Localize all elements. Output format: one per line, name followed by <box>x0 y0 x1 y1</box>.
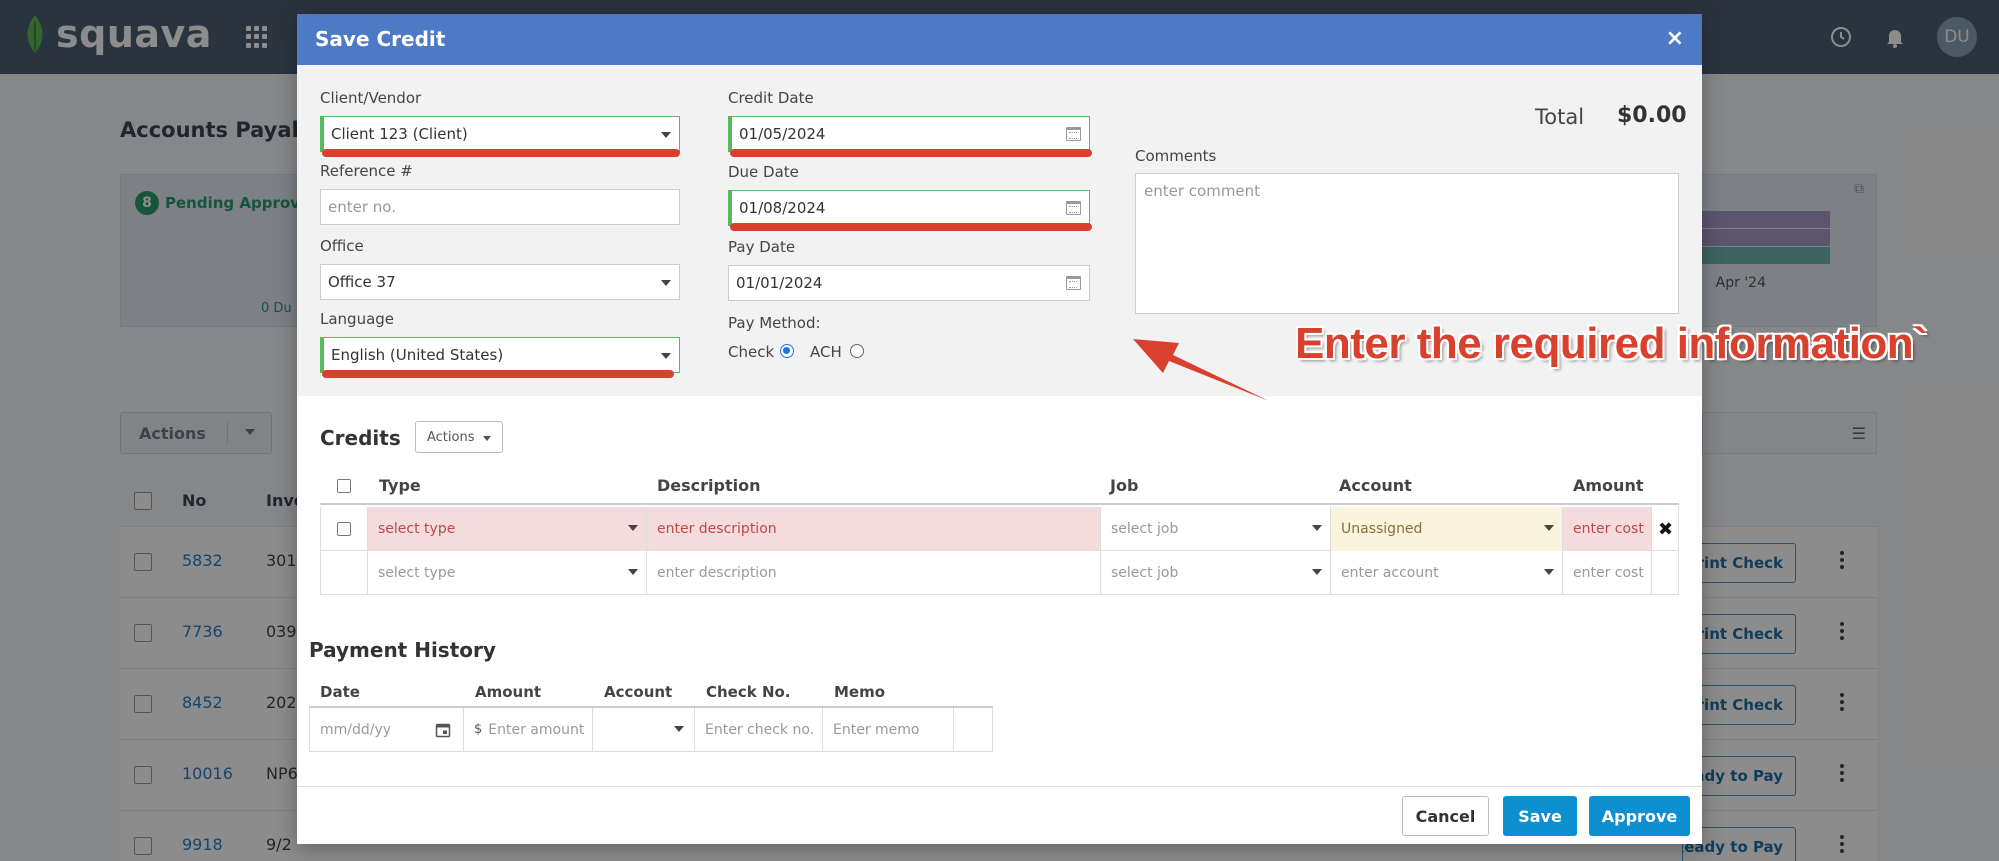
check-no-input[interactable]: Enter check no. <box>695 708 823 751</box>
annotation-arrow-icon <box>1133 339 1269 401</box>
description-input[interactable]: enter description <box>647 551 1101 595</box>
chevron-down-icon <box>661 280 671 286</box>
modal-header: Save Credit × <box>297 14 1702 65</box>
comments-label: Comments <box>1135 147 1217 165</box>
amount-input[interactable]: enter cost <box>1563 551 1652 595</box>
account-select[interactable]: Unassigned <box>1331 507 1563 551</box>
annotation-underline <box>730 223 1092 231</box>
pay-method-check-label: Check <box>728 343 775 361</box>
delete-row-icon[interactable]: ✖ <box>1652 507 1679 551</box>
chevron-down-icon <box>1544 525 1554 531</box>
office-select[interactable]: Office 37 <box>320 264 680 300</box>
comments-textarea[interactable]: enter comment <box>1135 173 1679 314</box>
modal-title: Save Credit <box>315 27 446 51</box>
credit-line-row: select type enter description select job… <box>320 551 1679 595</box>
account-select[interactable]: enter account <box>1331 551 1563 595</box>
credits-title: Credits <box>320 426 401 450</box>
due-date-input[interactable]: 01/08/2024 <box>728 190 1090 226</box>
pay-date-input[interactable]: 01/01/2024 <box>728 265 1090 301</box>
reference-input[interactable]: enter no. <box>320 189 680 225</box>
pay-method-label: Pay Method: <box>728 314 821 332</box>
save-credit-modal: Save Credit × Client/Vendor Client 123 (… <box>297 14 1928 844</box>
select-all-checkbox[interactable] <box>337 479 351 493</box>
credit-date-input[interactable]: 01/05/2024 <box>728 116 1090 152</box>
chevron-down-icon <box>661 353 671 359</box>
row-checkbox-cell <box>321 551 368 595</box>
credit-line-row: select type enter description select job… <box>320 507 1679 551</box>
due-date-label: Due Date <box>728 163 799 181</box>
annotation-text: Enter the required information` <box>1295 319 1928 368</box>
client-vendor-select[interactable]: Client 123 (Client) <box>320 116 680 152</box>
calendar-icon[interactable] <box>1066 201 1081 215</box>
type-select[interactable]: select type <box>368 507 647 551</box>
credit-date-label: Credit Date <box>728 89 814 107</box>
office-label: Office <box>320 237 364 255</box>
footer-divider <box>297 786 1702 787</box>
credit-form: Client/Vendor Client 123 (Client) Refere… <box>297 65 1928 401</box>
type-select[interactable]: select type <box>368 551 647 595</box>
pay-method-check-radio[interactable] <box>780 344 794 358</box>
close-icon[interactable]: × <box>1666 26 1684 51</box>
language-label: Language <box>320 310 395 328</box>
total-value: $0.00 <box>1617 103 1687 128</box>
chevron-down-icon <box>661 132 671 138</box>
annotation-underline <box>322 149 680 157</box>
annotation-underline <box>322 370 674 378</box>
empty-cell <box>1652 551 1679 595</box>
pay-method-ach-radio[interactable] <box>850 344 864 358</box>
pay-method-ach-label: ACH <box>810 343 842 361</box>
payment-amount-input[interactable]: $ Enter amount <box>464 708 593 751</box>
calendar-icon[interactable] <box>435 722 451 738</box>
calendar-icon[interactable] <box>1066 127 1081 141</box>
empty-cell <box>954 708 992 751</box>
amount-input[interactable]: enter cost <box>1563 507 1652 551</box>
cancel-button[interactable]: Cancel <box>1402 796 1489 836</box>
pay-date-label: Pay Date <box>728 238 796 256</box>
save-button[interactable]: Save <box>1503 796 1577 836</box>
total-label: Total <box>1535 105 1585 129</box>
chevron-down-icon <box>483 436 491 441</box>
chevron-down-icon <box>1312 569 1322 575</box>
reference-label: Reference # <box>320 162 413 180</box>
payment-history-title: Payment History <box>309 638 496 662</box>
row-checkbox[interactable] <box>337 522 351 536</box>
job-select[interactable]: select job <box>1101 507 1331 551</box>
language-select[interactable]: English (United States) <box>320 337 680 373</box>
payment-date-input[interactable]: mm/dd/yy <box>310 708 464 751</box>
payment-history-row: mm/dd/yy $ Enter amount Enter check no. … <box>309 708 993 752</box>
approve-button[interactable]: Approve <box>1589 796 1690 836</box>
chevron-down-icon <box>1312 525 1322 531</box>
chevron-down-icon <box>674 726 684 732</box>
job-select[interactable]: select job <box>1101 551 1331 595</box>
chevron-down-icon <box>1544 569 1554 575</box>
payment-account-select[interactable] <box>593 708 695 751</box>
calendar-icon[interactable] <box>1066 276 1081 290</box>
payment-history-header: Date Amount Account Check No. Memo <box>309 676 993 708</box>
annotation-underline <box>730 149 1092 157</box>
chevron-down-icon <box>628 525 638 531</box>
memo-input[interactable]: Enter memo <box>823 708 954 751</box>
credits-table-header: Type Description Job Account Amount <box>320 468 1679 505</box>
client-vendor-label: Client/Vendor <box>320 89 422 107</box>
row-checkbox-cell <box>321 507 368 551</box>
description-input[interactable]: enter description <box>647 507 1101 551</box>
chevron-down-icon <box>628 569 638 575</box>
credits-actions-button[interactable]: Actions <box>415 421 503 453</box>
